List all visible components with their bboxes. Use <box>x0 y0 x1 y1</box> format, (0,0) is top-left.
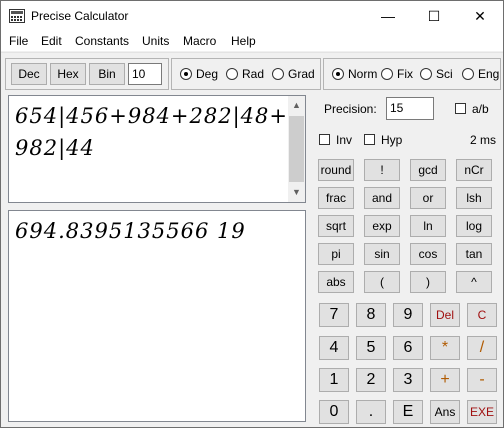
tan-button[interactable]: tan <box>456 243 492 265</box>
base-group: Dec Hex Bin 10 <box>5 58 169 90</box>
menu-divider <box>1 52 503 53</box>
hex-button[interactable]: Hex <box>50 63 86 85</box>
key-4[interactable]: 4 <box>319 336 349 360</box>
minimize-button[interactable]: — <box>365 1 411 31</box>
cos-button[interactable]: cos <box>410 243 446 265</box>
scroll-down-icon[interactable]: ▼ <box>292 187 301 197</box>
menu-bar: File Edit Constants Units Macro Help <box>1 31 503 51</box>
key-3[interactable]: 3 <box>393 368 423 392</box>
calculator-app-icon <box>9 9 25 23</box>
expression-line: 654|456+984+282|48+ <box>15 104 288 128</box>
multiply-button[interactable]: * <box>430 336 460 360</box>
dec-button[interactable]: Dec <box>11 63 47 85</box>
eng-label: Eng <box>478 67 500 81</box>
subtract-button[interactable]: - <box>467 368 497 392</box>
title-bar: Precise Calculator — ☐ ✕ <box>1 1 503 31</box>
timing-label: 2 ms <box>470 133 497 147</box>
close-button[interactable]: ✕ <box>457 1 503 31</box>
norm-radio[interactable] <box>332 68 344 80</box>
exp-button[interactable]: exp <box>364 215 400 237</box>
sin-button[interactable]: sin <box>364 243 400 265</box>
key-8[interactable]: 8 <box>356 303 386 327</box>
round-button[interactable]: round <box>318 159 354 181</box>
ln-button[interactable]: ln <box>410 215 446 237</box>
or-button[interactable]: or <box>410 187 446 209</box>
close-paren-button[interactable]: ) <box>410 271 446 293</box>
lsh-button[interactable]: lsh <box>456 187 492 209</box>
open-paren-button[interactable]: ( <box>364 271 400 293</box>
hyp-checkbox[interactable] <box>364 134 375 145</box>
menu-units[interactable]: Units <box>142 34 169 48</box>
key-2[interactable]: 2 <box>356 368 386 392</box>
bin-button[interactable]: Bin <box>89 63 125 85</box>
key-5[interactable]: 5 <box>356 336 386 360</box>
menu-macro[interactable]: Macro <box>183 34 216 48</box>
ncr-button[interactable]: nCr <box>456 159 492 181</box>
gcd-button[interactable]: gcd <box>410 159 446 181</box>
pi-button[interactable]: pi <box>318 243 354 265</box>
inv-label: Inv <box>336 133 353 147</box>
key-9[interactable]: 9 <box>393 303 423 327</box>
abs-button[interactable]: abs <box>318 271 354 293</box>
fix-radio[interactable] <box>381 68 393 80</box>
expression-scrollbar[interactable]: ▲ ▼ <box>288 96 305 202</box>
log-button[interactable]: log <box>456 215 492 237</box>
clear-button[interactable]: C <box>467 303 497 327</box>
scrollbar-thumb[interactable] <box>289 116 304 182</box>
angle-mode-group: Deg Rad Grad <box>171 58 321 90</box>
key-7[interactable]: 7 <box>319 303 349 327</box>
menu-edit[interactable]: Edit <box>41 34 62 48</box>
calculator-window: Precise Calculator — ☐ ✕ File Edit Const… <box>0 0 504 428</box>
delete-button[interactable]: Del <box>430 303 460 327</box>
sci-radio[interactable] <box>420 68 432 80</box>
factorial-button[interactable]: ! <box>364 159 400 181</box>
frac-button[interactable]: frac <box>318 187 354 209</box>
notation-group: Norm Fix Sci Eng <box>323 58 501 90</box>
expression-line: 982|44 <box>15 136 95 160</box>
key-0[interactable]: 0 <box>319 400 349 424</box>
deg-label: Deg <box>196 67 219 81</box>
deg-radio[interactable] <box>180 68 192 80</box>
ab-label: a/b <box>472 102 489 116</box>
expression-text[interactable]: 654|456+984+282|48+ 982|44 <box>15 100 288 164</box>
scroll-up-icon[interactable]: ▲ <box>292 100 301 110</box>
menu-constants[interactable]: Constants <box>75 34 129 48</box>
grad-label: Grad <box>288 67 315 81</box>
sci-label: Sci <box>436 67 453 81</box>
decimal-point-button[interactable]: . <box>356 400 386 424</box>
rad-radio[interactable] <box>226 68 238 80</box>
result-display[interactable]: 694.8395135566 19 <box>8 210 306 422</box>
sqrt-button[interactable]: sqrt <box>318 215 354 237</box>
menu-file[interactable]: File <box>9 34 28 48</box>
window-title: Precise Calculator <box>31 9 129 23</box>
answer-button[interactable]: Ans <box>430 400 460 424</box>
expression-display[interactable]: 654|456+984+282|48+ 982|44 ▲ ▼ <box>8 95 306 203</box>
hyp-label: Hyp <box>381 133 403 147</box>
power-button[interactable]: ^ <box>456 271 492 293</box>
grad-radio[interactable] <box>272 68 284 80</box>
fix-label: Fix <box>397 67 413 81</box>
menu-help[interactable]: Help <box>231 34 256 48</box>
divide-button[interactable]: / <box>467 336 497 360</box>
key-1[interactable]: 1 <box>319 368 349 392</box>
precision-input[interactable]: 15 <box>386 97 434 120</box>
base-input[interactable]: 10 <box>128 63 162 85</box>
rad-label: Rad <box>242 67 265 81</box>
exponent-button[interactable]: E <box>393 400 423 424</box>
add-button[interactable]: + <box>430 368 460 392</box>
norm-label: Norm <box>348 67 378 81</box>
key-6[interactable]: 6 <box>393 336 423 360</box>
ab-checkbox[interactable] <box>455 103 466 114</box>
maximize-button[interactable]: ☐ <box>411 1 457 31</box>
result-text[interactable]: 694.8395135566 19 <box>15 215 246 247</box>
execute-button[interactable]: EXE <box>467 400 497 424</box>
precision-label: Precision: <box>324 102 377 116</box>
eng-radio[interactable] <box>462 68 474 80</box>
and-button[interactable]: and <box>364 187 400 209</box>
inv-checkbox[interactable] <box>319 134 330 145</box>
